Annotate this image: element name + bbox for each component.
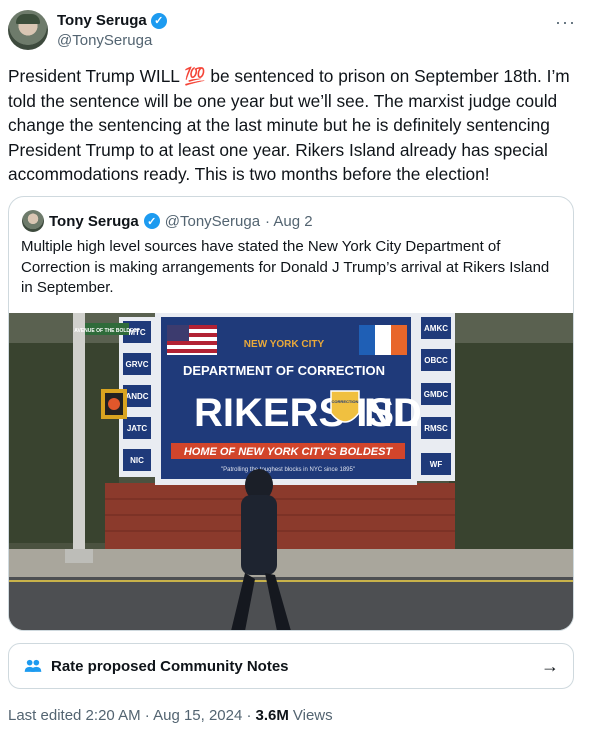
- views-label: Views: [292, 707, 333, 724]
- quoted-author-avatar: [22, 210, 44, 232]
- quoted-verified-badge-icon: ✓: [143, 213, 160, 229]
- quoted-tweet-date: · Aug 2: [265, 212, 313, 230]
- quoted-tweet-photo[interactable]: MTC GRVC ANDC JATC NIC AMKC OBCC GMDC RM…: [9, 313, 573, 630]
- author-name[interactable]: Tony Seruga: [57, 12, 147, 29]
- sign-motto: "Patrolling the toughest blocks in NYC s…: [221, 467, 355, 473]
- rikers-island-sign-photo: MTC GRVC ANDC JATC NIC AMKC OBCC GMDC RM…: [9, 313, 573, 630]
- views-count: 3.6M: [255, 707, 289, 724]
- sign-department-text: DEPARTMENT OF CORRECTION: [183, 363, 385, 378]
- left-tag-4: JATC: [127, 424, 148, 433]
- tweet-header: Tony Seruga ✓ @TonySeruga ···: [8, 10, 584, 54]
- badge-text: CORRECTION: [332, 399, 359, 404]
- right-tag-3: GMDC: [424, 390, 449, 399]
- street-sign-text: AVENUE OF THE BOLDEST: [74, 328, 139, 334]
- arrow-right-icon: →: [541, 655, 559, 676]
- sign-tagline: HOME OF NEW YORK CITY'S BOLDEST: [184, 446, 394, 458]
- left-tag-3: ANDC: [125, 392, 148, 401]
- quoted-author-handle: @TonySeruga: [164, 212, 261, 230]
- verified-badge-icon[interactable]: ✓: [150, 12, 167, 29]
- edited-timestamp[interactable]: Last edited 2:20 AM · Aug 15, 2024 ·: [8, 707, 252, 724]
- tweet-text: President Trump WILL 💯 be sentenced to p…: [8, 64, 576, 187]
- author-handle[interactable]: @TonySeruga: [57, 32, 152, 49]
- tweet-meta: Last edited 2:20 AM · Aug 15, 2024 · 3.6…: [8, 707, 333, 724]
- community-notes-label: Rate proposed Community Notes: [51, 657, 289, 675]
- rate-community-notes-button[interactable]: Rate proposed Community Notes →: [8, 643, 574, 689]
- left-tag-2: GRVC: [126, 360, 149, 369]
- hundred-points-emoji-icon: 💯: [184, 66, 206, 86]
- right-tag-2: OBCC: [424, 356, 448, 365]
- quoted-tweet-text: Multiple high level sources have stated …: [21, 238, 550, 296]
- right-tag-5: WF: [430, 460, 443, 469]
- right-tag-4: RMSC: [424, 424, 448, 433]
- people-icon: [24, 659, 42, 672]
- sign-title-right: ND: [364, 391, 422, 435]
- right-tag-1: AMKC: [424, 324, 448, 333]
- left-tag-5: NIC: [130, 456, 144, 465]
- quoted-tweet[interactable]: Tony Seruga ✓ @TonySeruga · Aug 2 Multip…: [8, 196, 574, 631]
- more-options-icon[interactable]: ···: [555, 12, 576, 33]
- tweet-text-start: President Trump WILL: [8, 66, 185, 86]
- quoted-author-name: Tony Seruga: [49, 212, 139, 230]
- author-name-row[interactable]: Tony Seruga ✓: [57, 12, 167, 29]
- quoted-tweet-header: Tony Seruga ✓ @TonySeruga · Aug 2: [22, 210, 313, 232]
- sign-city-text: NEW YORK CITY: [244, 339, 325, 350]
- correction-badge-icon: [330, 390, 360, 423]
- author-avatar[interactable]: [8, 10, 48, 50]
